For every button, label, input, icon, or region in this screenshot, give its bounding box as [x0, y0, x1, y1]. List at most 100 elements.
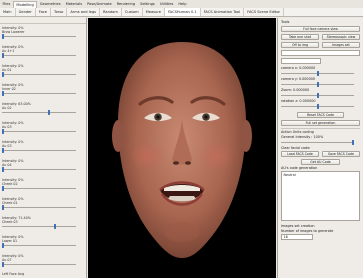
- tools-label: Tools: [281, 20, 290, 24]
- modifier-slider[interactable]: [2, 169, 76, 170]
- modifier-item: Intensity: 0% Au 04: [0, 157, 86, 176]
- sub-tab-random[interactable]: Random: [100, 8, 122, 16]
- modifier-slider[interactable]: [2, 131, 76, 132]
- modifiers-list: Intensity: 0% Brow Lowerer Intensity: 0% Au…: [0, 24, 86, 271]
- modifier-name-label: Au 03: [2, 124, 12, 129]
- camera-y-slider[interactable]: [281, 82, 360, 88]
- menu-tab-files[interactable]: Files: [0, 1, 13, 8]
- camera-x-label: camera x: 0.000000: [281, 65, 316, 70]
- modifier-slider-knob[interactable]: [2, 186, 4, 191]
- modifier-item: Intensity: 0% Au 03: [0, 119, 86, 138]
- modifier-slider-knob[interactable]: [2, 72, 4, 77]
- au-code-label: AU's code generation: [281, 165, 318, 170]
- path-field-1[interactable]: [281, 49, 360, 56]
- path-field-2[interactable]: [281, 57, 321, 64]
- general-intensity-slider[interactable]: [281, 140, 360, 146]
- load-facs-button[interactable]: Load FACS Code: [281, 150, 319, 157]
- modelling-sub-tabs: Main Gender Face Torso Arms and legs Random Cu…: [0, 8, 363, 17]
- menu-tab-help[interactable]: Help: [176, 1, 189, 8]
- modifier-slider[interactable]: [2, 226, 76, 227]
- modifier-name-label: Au 03: [2, 143, 12, 148]
- menu-tab-utilities[interactable]: Utilities: [157, 1, 176, 8]
- sub-tab-facs-scene-editor[interactable]: FACS Scene Editor: [244, 8, 285, 16]
- modifiers-panel: Intensity: 0% Brow Lowerer Intensity: 0% Au…: [0, 18, 87, 278]
- modifier-slider[interactable]: [2, 264, 76, 265]
- modifier-slider[interactable]: [2, 150, 76, 151]
- 3d-viewport[interactable]: [88, 18, 276, 278]
- modifier-slider-knob[interactable]: [2, 91, 4, 96]
- modifier-slider[interactable]: [2, 93, 76, 94]
- rotation-knob[interactable]: [316, 104, 319, 109]
- sub-tab-face[interactable]: Face: [36, 8, 51, 16]
- au-code-textarea[interactable]: Neutral: [281, 171, 360, 221]
- sub-tab-facshuman-0-1[interactable]: FACSHuman 0.1: [164, 8, 201, 16]
- stereoscopic-view-button[interactable]: Stereoscopic view: [322, 33, 360, 40]
- menu-tab-materials[interactable]: Materials: [63, 1, 84, 8]
- modifier-slider-knob[interactable]: [2, 148, 4, 153]
- sub-tab-measure[interactable]: Measure: [143, 8, 165, 16]
- modifier-slider[interactable]: [2, 245, 76, 246]
- modifier-slider-knob[interactable]: [47, 110, 50, 115]
- modifier-item: Intensity: 63.00% Au 02: [0, 100, 86, 119]
- modifier-item: Intensity: 0% Au 01: [0, 62, 86, 81]
- full-set-generation-button[interactable]: Full set generation: [281, 119, 360, 126]
- menu-tab-pose-animate[interactable]: Pose/Animate: [85, 1, 115, 8]
- modifier-slider-knob[interactable]: [2, 205, 4, 210]
- zoom-knob[interactable]: [316, 93, 319, 98]
- sub-tab-main[interactable]: Main: [0, 8, 16, 16]
- camera-y-knob[interactable]: [316, 82, 319, 87]
- modifier-slider-knob[interactable]: [54, 224, 57, 229]
- menu-tab-rendering[interactable]: Rendering: [114, 1, 137, 8]
- tools-panel: Tools Full face camera view Take one sho…: [277, 18, 363, 278]
- menu-tab-geometries[interactable]: Geometries: [37, 1, 63, 8]
- camera-x-knob[interactable]: [316, 71, 319, 76]
- menu-tab-settings[interactable]: Settings: [138, 1, 158, 8]
- modifier-slider[interactable]: [2, 188, 76, 189]
- main-menu-tabs: Files Modelling Geometries Materials Pose/An…: [0, 0, 363, 8]
- menu-tab-modelling[interactable]: Modelling: [12, 0, 38, 8]
- modifier-name-label: Au 07: [2, 257, 12, 262]
- sub-tab-arms-and-legs[interactable]: Arms and legs: [67, 8, 100, 16]
- zoom-slider[interactable]: [281, 93, 360, 99]
- images-set-button[interactable]: Images set: [322, 41, 360, 48]
- full-face-camera-button[interactable]: Full face camera view: [281, 25, 360, 32]
- modifier-name-label: Brow Lowerer: [2, 29, 25, 34]
- number-of-images-label: Number of images to generate: [281, 228, 334, 233]
- modifier-slider[interactable]: [2, 112, 76, 113]
- modifier-slider[interactable]: [2, 74, 76, 75]
- reset-facs-button[interactable]: Reset FACS Code: [296, 111, 345, 118]
- modifier-slider[interactable]: [2, 207, 76, 208]
- modifier-slider-knob[interactable]: [2, 53, 4, 58]
- camera-y-label: camera y: 0.000000: [281, 76, 316, 81]
- modifier-slider-knob[interactable]: [2, 243, 4, 248]
- facial-code-label: Clear facial code:: [281, 145, 311, 150]
- rotation-slider[interactable]: [281, 104, 360, 110]
- modifier-slider[interactable]: [2, 55, 76, 56]
- off-to-img-button[interactable]: Off to img: [281, 41, 319, 48]
- get-au-code-button[interactable]: Get AU Code: [300, 158, 341, 165]
- modifier-slider-knob[interactable]: [2, 262, 4, 267]
- modifier-name-label: Cheek 02: [2, 181, 18, 186]
- modifier-slider-knob[interactable]: [2, 129, 4, 134]
- modifier-name-label: Au 01: [2, 67, 12, 72]
- modifier-slider-knob[interactable]: [2, 167, 4, 172]
- modifier-name-label: Au 02: [2, 105, 12, 110]
- modifier-name-label: Au 4+1: [2, 48, 15, 53]
- sub-tab-facs-animation-tool[interactable]: FACS Animation Tool: [201, 8, 245, 16]
- modifier-slider-knob[interactable]: [2, 34, 4, 39]
- modifier-item: Intensity: 0% Cheek 02: [0, 176, 86, 195]
- modifier-item: Intensity: 0% Cheek 01: [0, 195, 86, 214]
- save-facs-button[interactable]: Save FACS Code: [322, 150, 360, 157]
- modifier-item: Intensity: 0% Brow Lowerer: [0, 24, 86, 43]
- modifier-name-label: Cheek 01: [2, 200, 18, 205]
- divider: [281, 127, 360, 128]
- sub-tab-gender[interactable]: Gender: [16, 8, 36, 16]
- sub-tab-custom[interactable]: Custom: [122, 8, 143, 16]
- modifier-item: Intensity: 0% Au 07: [0, 252, 86, 271]
- sub-tab-torso[interactable]: Torso: [51, 8, 68, 16]
- modifier-slider[interactable]: [2, 36, 76, 37]
- camera-x-slider[interactable]: [281, 71, 360, 77]
- take-one-shot-button[interactable]: Take one shot: [281, 33, 319, 40]
- number-of-images-field[interactable]: 16: [281, 233, 313, 240]
- general-intensity-knob[interactable]: [352, 140, 354, 145]
